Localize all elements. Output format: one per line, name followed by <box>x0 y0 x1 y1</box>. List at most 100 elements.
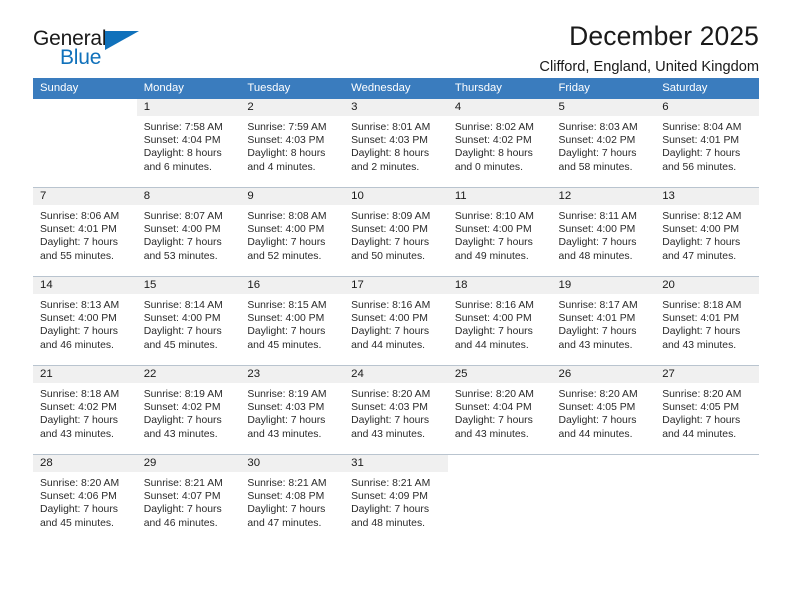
calendar-day-cell-empty <box>552 455 656 543</box>
sunrise-text: Sunrise: 8:20 AM <box>454 389 534 400</box>
sunrise-text: Sunrise: 8:16 AM <box>351 300 431 311</box>
day-details: Sunrise: 8:21 AM Sunset: 4:07 PM Daylight:… <box>137 472 241 530</box>
sunrise-text: Sunrise: 8:03 AM <box>558 122 638 133</box>
sunset-text: Sunset: 4:00 PM <box>558 224 636 236</box>
calendar-week-row: 1 Sunrise: 7:58 AM Sunset: 4:04 PM Daylight… <box>33 99 759 188</box>
day-number: 28 <box>33 455 137 472</box>
day-number <box>655 455 759 472</box>
day-number: 26 <box>551 366 656 383</box>
calendar-day-cell[interactable]: 10 Sunrise: 8:09 AM Sunset: 4:00 PM Dayligh… <box>344 188 448 276</box>
brand-logo[interactable]: General Blue <box>33 22 145 70</box>
calendar-day-cell[interactable]: 27 Sunrise: 8:20 AM Sunset: 4:05 PM Dayligh… <box>655 366 759 454</box>
day-number: 6 <box>655 99 759 116</box>
sunrise-text: Sunrise: 7:58 AM <box>143 122 223 133</box>
daylight-text-line1: Daylight: 7 hours <box>454 326 533 338</box>
day-details: Sunrise: 8:01 AM Sunset: 4:03 PM Daylight:… <box>344 116 448 174</box>
daylight-text-line1: Daylight: 7 hours <box>558 415 637 427</box>
daylight-text-line2: and 43 minutes. <box>558 339 633 351</box>
day-number: 8 <box>136 188 241 205</box>
day-number <box>448 455 552 472</box>
sunset-text: Sunset: 4:03 PM <box>247 402 325 414</box>
sunrise-text: Sunrise: 8:21 AM <box>351 478 431 489</box>
calendar-day-cell[interactable]: 25 Sunrise: 8:20 AM Sunset: 4:04 PM Dayligh… <box>447 366 552 454</box>
calendar-day-cell[interactable]: 31 Sunrise: 8:21 AM Sunset: 4:09 PM Dayligh… <box>344 455 448 543</box>
calendar-day-cell[interactable]: 17 Sunrise: 8:16 AM Sunset: 4:00 PM Dayligh… <box>344 277 448 365</box>
calendar-day-cell[interactable]: 26 Sunrise: 8:20 AM Sunset: 4:05 PM Dayligh… <box>551 366 656 454</box>
day-details: Sunrise: 8:02 AM Sunset: 4:02 PM Daylight:… <box>448 116 552 174</box>
daylight-text-line1: Daylight: 7 hours <box>662 148 741 160</box>
day-number: 17 <box>344 277 448 294</box>
calendar-week-row: 7 Sunrise: 8:06 AM Sunset: 4:01 PM Daylight… <box>33 187 759 277</box>
day-number: 18 <box>447 277 552 294</box>
daylight-text-line2: and 44 minutes. <box>662 428 737 440</box>
calendar-day-cell[interactable]: 18 Sunrise: 8:16 AM Sunset: 4:00 PM Dayligh… <box>447 277 552 365</box>
calendar-day-cell[interactable]: 21 Sunrise: 8:18 AM Sunset: 4:02 PM Dayligh… <box>33 366 137 454</box>
daylight-text-line2: and 56 minutes. <box>662 161 737 173</box>
calendar-day-cell[interactable]: 12 Sunrise: 8:11 AM Sunset: 4:00 PM Dayligh… <box>551 188 656 276</box>
page-header: General Blue December 2025 Clifford, Eng… <box>33 0 759 78</box>
day-number: 9 <box>240 188 345 205</box>
sunset-text: Sunset: 4:01 PM <box>558 313 636 325</box>
sunset-text: Sunset: 4:04 PM <box>143 135 221 147</box>
daylight-text-line1: Daylight: 7 hours <box>662 326 741 338</box>
sunset-text: Sunset: 4:01 PM <box>662 135 740 147</box>
sunset-text: Sunset: 4:02 PM <box>454 135 532 147</box>
day-details: Sunrise: 8:17 AM Sunset: 4:01 PM Daylight:… <box>552 294 656 352</box>
brand-name-blue: Blue <box>60 46 102 69</box>
calendar-day-cell[interactable]: 2 Sunrise: 7:59 AM Sunset: 4:03 PM Daylight… <box>240 99 345 187</box>
daylight-text-line1: Daylight: 7 hours <box>454 237 533 249</box>
calendar-day-cell[interactable]: 14 Sunrise: 8:13 AM Sunset: 4:00 PM Dayligh… <box>33 277 137 365</box>
daylight-text-line2: and 2 minutes. <box>351 161 420 173</box>
calendar-day-cell[interactable]: 3 Sunrise: 8:01 AM Sunset: 4:03 PM Daylight… <box>344 99 448 187</box>
sunset-text: Sunset: 4:08 PM <box>247 491 325 503</box>
calendar-day-cell[interactable]: 7 Sunrise: 8:06 AM Sunset: 4:01 PM Daylight… <box>33 188 137 276</box>
day-number: 5 <box>551 99 656 116</box>
calendar-day-cell[interactable]: 8 Sunrise: 8:07 AM Sunset: 4:00 PM Daylight… <box>136 188 241 276</box>
daylight-text-line2: and 49 minutes. <box>454 250 529 262</box>
calendar-day-cell[interactable]: 16 Sunrise: 8:15 AM Sunset: 4:00 PM Dayligh… <box>240 277 345 365</box>
sunrise-text: Sunrise: 8:06 AM <box>40 211 120 222</box>
calendar-day-cell-empty <box>448 455 552 543</box>
daylight-text-line1: Daylight: 7 hours <box>40 237 118 249</box>
calendar-day-cell[interactable]: 28 Sunrise: 8:20 AM Sunset: 4:06 PM Dayligh… <box>33 455 137 543</box>
sunrise-text: Sunrise: 8:17 AM <box>558 300 638 311</box>
day-number: 12 <box>551 188 656 205</box>
calendar-day-cell[interactable]: 19 Sunrise: 8:17 AM Sunset: 4:01 PM Dayligh… <box>551 277 656 365</box>
sunset-text: Sunset: 4:00 PM <box>143 313 221 325</box>
weekday-header-monday: Monday <box>136 78 241 99</box>
calendar-day-cell[interactable]: 23 Sunrise: 8:19 AM Sunset: 4:03 PM Dayligh… <box>240 366 345 454</box>
sunset-text: Sunset: 4:09 PM <box>351 491 428 503</box>
daylight-text-line2: and 47 minutes. <box>662 250 737 262</box>
sunrise-text: Sunrise: 8:07 AM <box>143 211 223 222</box>
sunrise-text: Sunrise: 8:18 AM <box>40 389 120 400</box>
sunset-text: Sunset: 4:01 PM <box>662 313 740 325</box>
daylight-text-line1: Daylight: 7 hours <box>40 326 118 338</box>
sunset-text: Sunset: 4:02 PM <box>143 402 221 414</box>
calendar-day-cell[interactable]: 15 Sunrise: 8:14 AM Sunset: 4:00 PM Dayligh… <box>136 277 241 365</box>
day-number: 20 <box>655 277 759 294</box>
calendar-day-cell[interactable]: 24 Sunrise: 8:20 AM Sunset: 4:03 PM Dayligh… <box>344 366 448 454</box>
day-number: 29 <box>136 455 241 472</box>
sunrise-sunset-calendar: Sunday Monday Tuesday Wednesday Thursday Frid… <box>33 78 759 543</box>
calendar-day-cell[interactable]: 5 Sunrise: 8:03 AM Sunset: 4:02 PM Daylight… <box>551 99 656 187</box>
day-details: Sunrise: 8:20 AM Sunset: 4:04 PM Daylight:… <box>448 383 552 441</box>
calendar-day-cell[interactable]: 6 Sunrise: 8:04 AM Sunset: 4:01 PM Daylight… <box>655 99 759 187</box>
calendar-day-cell[interactable]: 13 Sunrise: 8:12 AM Sunset: 4:00 PM Dayligh… <box>655 188 759 276</box>
calendar-week-row: 28 Sunrise: 8:20 AM Sunset: 4:06 PM Dayligh… <box>33 454 759 543</box>
calendar-day-cell[interactable]: 9 Sunrise: 8:08 AM Sunset: 4:00 PM Daylight… <box>240 188 345 276</box>
day-number <box>552 455 656 472</box>
sunset-text: Sunset: 4:02 PM <box>40 402 117 414</box>
calendar-day-cell[interactable]: 20 Sunrise: 8:18 AM Sunset: 4:01 PM Dayligh… <box>655 277 759 365</box>
daylight-text-line1: Daylight: 7 hours <box>247 237 326 249</box>
calendar-day-cell[interactable]: 29 Sunrise: 8:21 AM Sunset: 4:07 PM Dayligh… <box>136 455 241 543</box>
calendar-day-cell[interactable]: 4 Sunrise: 8:02 AM Sunset: 4:02 PM Daylight… <box>447 99 552 187</box>
day-number: 19 <box>551 277 656 294</box>
daylight-text-line1: Daylight: 7 hours <box>662 237 741 249</box>
sunset-text: Sunset: 4:05 PM <box>662 402 740 414</box>
day-details: Sunrise: 8:08 AM Sunset: 4:00 PM Daylight:… <box>240 205 344 263</box>
calendar-day-cell[interactable]: 1 Sunrise: 7:58 AM Sunset: 4:04 PM Daylight… <box>136 99 241 187</box>
calendar-day-cell[interactable]: 30 Sunrise: 8:21 AM Sunset: 4:08 PM Dayligh… <box>240 455 345 543</box>
daylight-text-line1: Daylight: 8 hours <box>247 148 326 160</box>
calendar-day-cell[interactable]: 22 Sunrise: 8:19 AM Sunset: 4:02 PM Dayligh… <box>136 366 241 454</box>
calendar-day-cell[interactable]: 11 Sunrise: 8:10 AM Sunset: 4:00 PM Dayligh… <box>447 188 552 276</box>
